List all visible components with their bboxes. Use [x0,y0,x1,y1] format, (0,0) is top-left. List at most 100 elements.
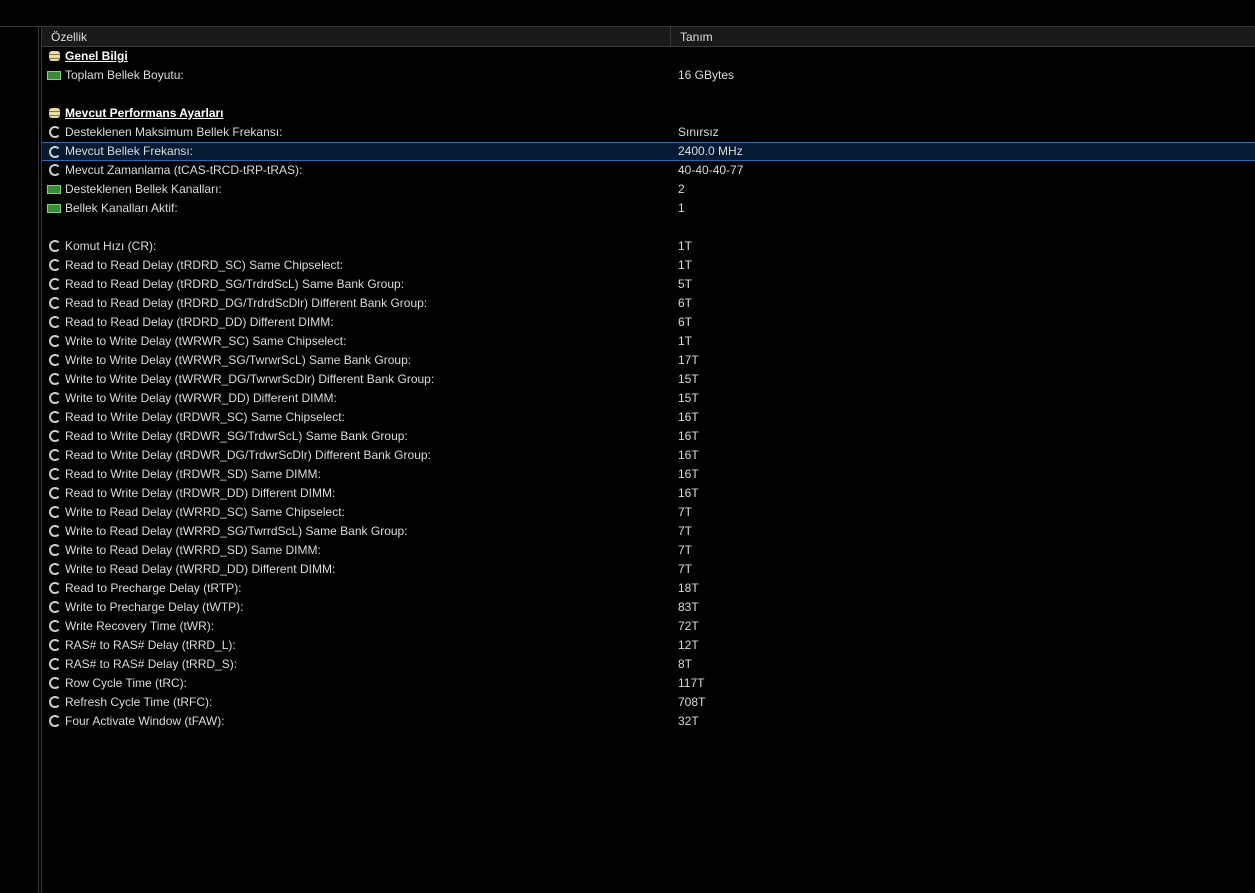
list-item[interactable]: Read to Write Delay (tRDWR_SD) Same DIMM… [42,465,1255,484]
list-item[interactable]: Write to Read Delay (tWRRD_DD) Different… [42,560,1255,579]
item-value: 1T [678,239,693,253]
clock-icon [49,563,61,575]
item-value: 708T [678,695,706,709]
column-header-value[interactable]: Tanım [680,30,713,44]
item-label: Read to Write Delay (tRDWR_SC) Same Chip… [65,410,345,424]
list-item[interactable]: Read to Read Delay (tRDRD_SC) Same Chips… [42,256,1255,275]
item-value: 1T [678,334,693,348]
clock-icon [49,354,61,366]
item-value: 1T [678,258,693,272]
list-item[interactable]: Refresh Cycle Time (tRFC): 708T [42,693,1255,712]
item-value: 2400.0 MHz [678,144,743,158]
clock-icon [49,677,61,689]
list-item[interactable]: Read to Write Delay (tRDWR_DD) Different… [42,484,1255,503]
list-item[interactable]: Mevcut Zamanlama (tCAS-tRCD-tRP-tRAS): 40… [42,161,1255,180]
group-header[interactable]: Genel Bilgi [42,47,1255,66]
blank-row [42,85,1255,104]
list-item[interactable]: Write to Read Delay (tWRRD_SC) Same Chip… [42,503,1255,522]
clock-icon [49,278,61,290]
item-label: RAS# to RAS# Delay (tRRD_S): [65,657,238,671]
item-value: 16T [678,410,699,424]
clock-icon [49,658,61,670]
clock-icon [49,126,61,138]
list-item[interactable]: Mevcut Bellek Frekansı: 2400.0 MHz [42,142,1255,161]
item-label: Write to Read Delay (tWRRD_SC) Same Chip… [65,505,345,519]
item-value: 117T [678,676,705,690]
database-icon [49,108,60,118]
item-label: Read to Read Delay (tRDRD_DD) Different … [65,315,334,329]
list-item[interactable]: Read to Precharge Delay (tRTP): 18T [42,579,1255,598]
list-item[interactable]: Read to Write Delay (tRDWR_SG/TrdwrScL) … [42,427,1255,446]
list-item[interactable]: Read to Write Delay (tRDWR_DG/TrdwrScDlr… [42,446,1255,465]
item-label: Row Cycle Time (tRC): [65,676,188,690]
clock-icon [49,316,61,328]
list-item[interactable]: Write to Write Delay (tWRWR_DG/TwrwrScDl… [42,370,1255,389]
list-item[interactable]: Write to Precharge Delay (tWTP): 83T [42,598,1255,617]
clock-icon [49,601,61,613]
list-item[interactable]: Row Cycle Time (tRC): 117T [42,674,1255,693]
item-label: Read to Read Delay (tRDRD_SG/TrdrdScL) S… [65,277,405,291]
list-item[interactable]: Toplam Bellek Boyutu: 16 GBytes [42,66,1255,85]
item-value: 17T [678,353,699,367]
item-value: 7T [678,543,693,557]
item-label: RAS# to RAS# Delay (tRRD_L): [65,638,236,652]
clock-icon [49,164,61,176]
item-label: Read to Read Delay (tRDRD_SC) Same Chips… [65,258,344,272]
item-label: Read to Write Delay (tRDWR_DG/TrdwrScDlr… [65,448,431,462]
list-item[interactable]: Desteklenen Bellek Kanalları: 2 [42,180,1255,199]
item-value: 7T [678,562,693,576]
item-value: 40-40-40-77 [678,163,744,177]
item-label: Mevcut Performans Ayarları [65,106,224,120]
item-value: 16T [678,448,699,462]
list-item[interactable]: Read to Write Delay (tRDWR_SC) Same Chip… [42,408,1255,427]
clock-icon [49,506,61,518]
list-item[interactable]: Read to Read Delay (tRDRD_SG/TrdrdScL) S… [42,275,1255,294]
list-item[interactable]: Read to Read Delay (tRDRD_DG/TrdrdScDlr)… [42,294,1255,313]
list-item[interactable]: Write to Read Delay (tWRRD_SD) Same DIMM… [42,541,1255,560]
list-item[interactable]: Desteklenen Maksimum Bellek Frekansı: Sın… [42,123,1255,142]
list-item[interactable]: Write to Write Delay (tWRWR_SG/TwrwrScL)… [42,351,1255,370]
clock-icon [49,240,61,252]
list-item[interactable]: Write to Read Delay (tWRRD_SG/TwrrdScL) … [42,522,1255,541]
list-item[interactable]: Four Activate Window (tFAW): 32T [42,712,1255,731]
item-value: 15T [678,372,699,386]
list-item[interactable]: Komut Hızı (CR): 1T [42,237,1255,256]
item-value: 6T [678,315,693,329]
column-separator[interactable] [670,27,671,46]
item-value: 12T [678,638,699,652]
item-value: 83T [678,600,699,614]
item-label: Read to Write Delay (tRDWR_SG/TrdwrScL) … [65,429,408,443]
list-item[interactable]: Write to Write Delay (tWRWR_SC) Same Chi… [42,332,1255,351]
list-item[interactable]: Bellek Kanalları Aktif: 1 [42,199,1255,218]
item-value: 32T [678,714,699,728]
item-value: 18T [678,581,699,595]
left-pane [0,27,39,893]
group-header[interactable]: Mevcut Performans Ayarları [42,104,1255,123]
clock-icon [49,715,61,727]
memory-icon [47,71,61,80]
list-item[interactable]: Write to Write Delay (tWRWR_DD) Differen… [42,389,1255,408]
column-header-property[interactable]: Özellik [51,30,87,44]
list-item[interactable]: RAS# to RAS# Delay (tRRD_L): 12T [42,636,1255,655]
list-item[interactable]: RAS# to RAS# Delay (tRRD_S): 8T [42,655,1255,674]
clock-icon [49,259,61,271]
item-label: Desteklenen Maksimum Bellek Frekansı: [65,125,283,139]
item-value: 1 [678,201,685,215]
clock-icon [49,696,61,708]
item-value: 16 GBytes [678,68,735,82]
item-label: Write to Write Delay (tWRWR_SC) Same Chi… [65,334,347,348]
clock-icon [49,620,61,632]
clock-icon [49,392,61,404]
item-value: 16T [678,467,699,481]
item-value: 5T [678,277,693,291]
item-label: Write to Write Delay (tWRWR_DG/TwrwrScDl… [65,372,435,386]
item-label: Toplam Bellek Boyutu: [65,68,184,82]
list-header: Özellik Tanım [42,27,1255,47]
item-label: Mevcut Zamanlama (tCAS-tRCD-tRP-tRAS): [65,163,303,177]
list-item[interactable]: Read to Read Delay (tRDRD_DD) Different … [42,313,1255,332]
clock-icon [49,449,61,461]
item-label: Komut Hızı (CR): [65,239,157,253]
item-value: 6T [678,296,693,310]
list-item[interactable]: Write Recovery Time (tWR): 72T [42,617,1255,636]
item-label: Read to Precharge Delay (tRTP): [65,581,242,595]
